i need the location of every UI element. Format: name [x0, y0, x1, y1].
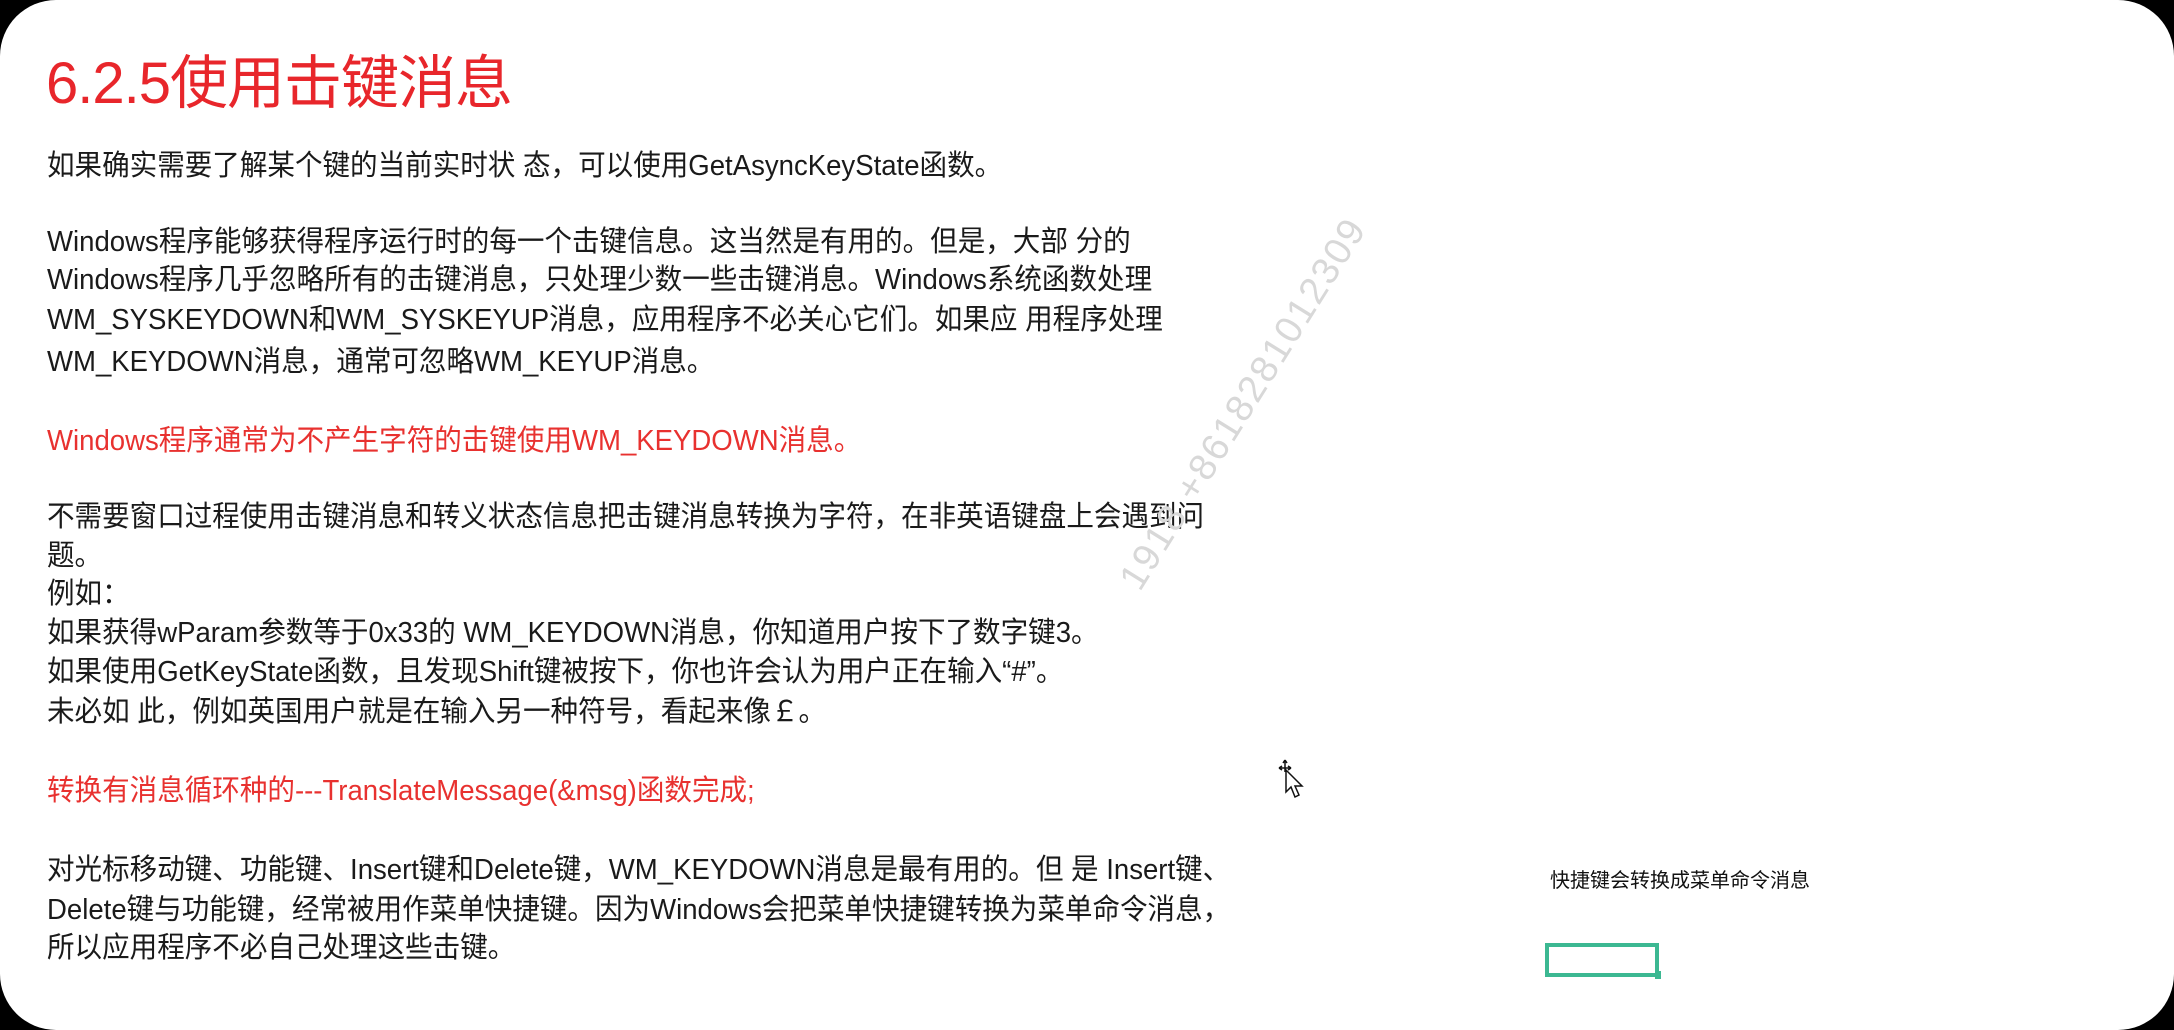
text-line: 不需要窗口过程使用击键消息和转义状态信息把击键消息转换为字符，在非英语键盘上会遇… — [47, 501, 1205, 533]
text-line: 题。 — [47, 540, 103, 572]
highlight-box[interactable] — [1545, 943, 1661, 979]
text-line: WM_SYSKEYDOWN和WM_SYSKEYUP消息，应用程序不必关心它们。如… — [47, 304, 1163, 336]
text-line: Delete键与功能键，经常被用作菜单快捷键。因为Windows会把菜单快捷键转… — [47, 894, 1231, 926]
text-line: 例如： — [47, 578, 130, 610]
text-line: WM_KEYDOWN消息，通常可忽略WM_KEYUP消息。 — [47, 346, 715, 378]
annotation-note: 快捷键会转换成菜单命令消息 — [1550, 870, 1810, 892]
text-line: 如果获得wParam参数等于0x33的 WM_KEYDOWN消息，你知道用户按下… — [47, 617, 1099, 649]
text-line: Windows程序几乎忽略所有的击键消息，只处理少数一些击键消息。Windows… — [47, 264, 1153, 296]
text-line: 对光标移动键、功能键、Insert键和Delete键，WM_KEYDOWN消息是… — [47, 854, 1231, 886]
text-line: 所以应用程序不必自己处理这些击键。 — [47, 932, 516, 964]
text-line: 如果确实需要了解某个键的当前实时状 态，可以使用GetAsyncKeyState… — [47, 150, 1003, 182]
text-line: Windows程序通常为不产生字符的击键使用WM_KEYDOWN消息。 — [47, 425, 862, 457]
text-line: 转换有消息循环种的---TranslateMessage(&msg)函数完成; — [47, 775, 755, 807]
text-line: 如果使用GetKeyState函数，且发现Shift键被按下，你也许会认为用户正… — [47, 656, 1064, 688]
text-line: Windows程序能够获得程序运行时的每一个击键信息。这当然是有用的。但是，大部… — [47, 226, 1131, 258]
slide-page: 6.2.5使用击键消息 如果确实需要了解某个键的当前实时状 态，可以使用GetA… — [0, 0, 2174, 1030]
move-cursor-icon — [1278, 759, 1304, 799]
slide-title: 6.2.5使用击键消息 — [46, 51, 513, 116]
text-line: 未必如 此，例如英国用户就是在输入另一种符号，看起来像￡。 — [47, 696, 827, 728]
